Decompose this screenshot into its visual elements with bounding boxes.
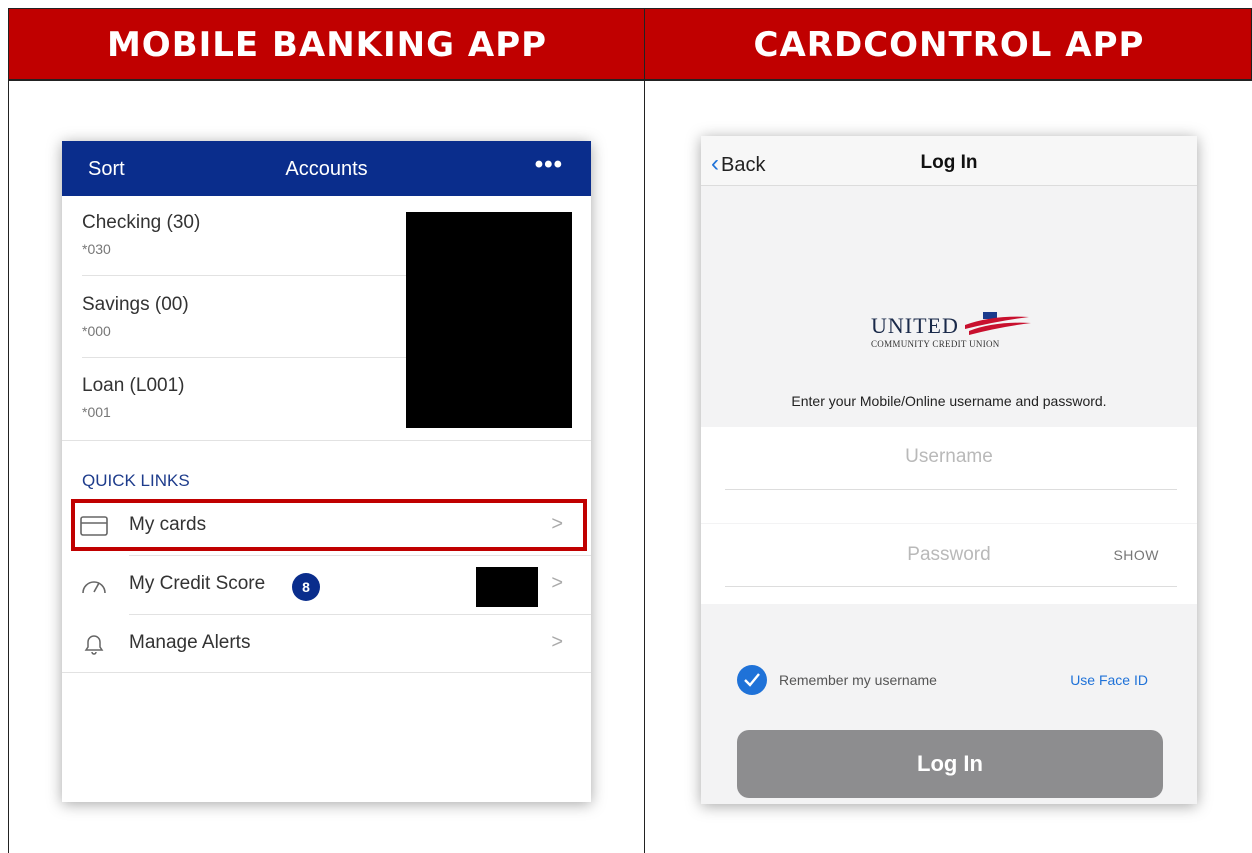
input-underline bbox=[725, 489, 1177, 490]
gauge-icon bbox=[80, 574, 108, 596]
username-field[interactable]: Username bbox=[701, 427, 1197, 523]
comparison-table: MOBILE BANKING APP CARDCONTROL APP Sort … bbox=[0, 0, 1252, 853]
accounts-title: Accounts bbox=[285, 158, 368, 180]
quick-link-manage-alerts[interactable]: Manage Alerts > bbox=[62, 615, 591, 673]
quick-link-label: My Credit Score bbox=[129, 573, 266, 594]
table-border-left bbox=[8, 8, 9, 853]
section-divider bbox=[62, 440, 591, 441]
login-button[interactable]: Log In bbox=[737, 730, 1163, 798]
accounts-nav-bar: Sort Accounts ••• bbox=[62, 141, 591, 196]
logo-subtitle: COMMUNITY CREDIT UNION bbox=[871, 339, 1000, 349]
flag-swoosh-icon bbox=[965, 312, 1031, 335]
input-underline bbox=[725, 586, 1177, 587]
redacted-balances bbox=[406, 212, 572, 428]
account-row-savings[interactable]: Savings (00) *000 bbox=[82, 278, 407, 358]
bell-icon bbox=[80, 633, 108, 655]
remember-checkbox[interactable] bbox=[737, 665, 767, 695]
password-field[interactable]: Password SHOW bbox=[701, 524, 1197, 604]
redacted-credit-score bbox=[476, 567, 538, 607]
header-row: MOBILE BANKING APP CARDCONTROL APP bbox=[8, 8, 1252, 80]
quick-link-label: Manage Alerts bbox=[129, 632, 251, 653]
mobile-banking-screen: Sort Accounts ••• Checking (30) *030 Sav… bbox=[62, 141, 591, 802]
united-ccu-logo: UNITED COMMUNITY CREDIT UNION bbox=[871, 311, 1031, 361]
mobile-banking-header: MOBILE BANKING APP bbox=[106, 25, 548, 65]
account-row-checking[interactable]: Checking (30) *030 bbox=[82, 196, 407, 276]
account-row-loan[interactable]: Loan (L001) *001 bbox=[82, 359, 407, 439]
credit-score-badge: 8 bbox=[292, 573, 320, 601]
quick-links-title: QUICK LINKS bbox=[82, 471, 190, 490]
more-options-icon[interactable]: ••• bbox=[535, 151, 563, 179]
use-face-id-link[interactable]: Use Face ID bbox=[1070, 672, 1148, 688]
login-title: Log In bbox=[920, 152, 978, 173]
cardcontrol-screen: ‹ Back Log In UNITED COMMUNITY CREDIT UNI… bbox=[701, 136, 1197, 804]
username-placeholder: Username bbox=[905, 446, 993, 467]
remember-username-label[interactable]: Remember my username bbox=[779, 672, 937, 688]
my-cards-highlight-box bbox=[71, 499, 587, 551]
login-instructions: Enter your Mobile/Online username and pa… bbox=[791, 393, 1107, 409]
section-divider bbox=[62, 672, 591, 673]
chevron-right-icon: > bbox=[551, 572, 563, 594]
login-nav-bar: ‹ Back Log In bbox=[701, 136, 1197, 186]
table-column-divider bbox=[644, 8, 645, 853]
chevron-right-icon: > bbox=[551, 631, 563, 653]
account-name: Checking (30) bbox=[82, 212, 201, 233]
account-number: *001 bbox=[82, 404, 111, 420]
account-number: *000 bbox=[82, 323, 111, 339]
account-name: Loan (L001) bbox=[82, 375, 185, 396]
logo-wordmark: UNITED bbox=[871, 313, 959, 338]
account-name: Savings (00) bbox=[82, 294, 189, 315]
cardcontrol-header: CARDCONTROL APP bbox=[753, 25, 1145, 65]
table-header-divider bbox=[8, 80, 1252, 81]
show-password-button[interactable]: SHOW bbox=[1113, 547, 1159, 563]
account-number: *030 bbox=[82, 241, 111, 257]
checkmark-icon bbox=[744, 673, 760, 687]
